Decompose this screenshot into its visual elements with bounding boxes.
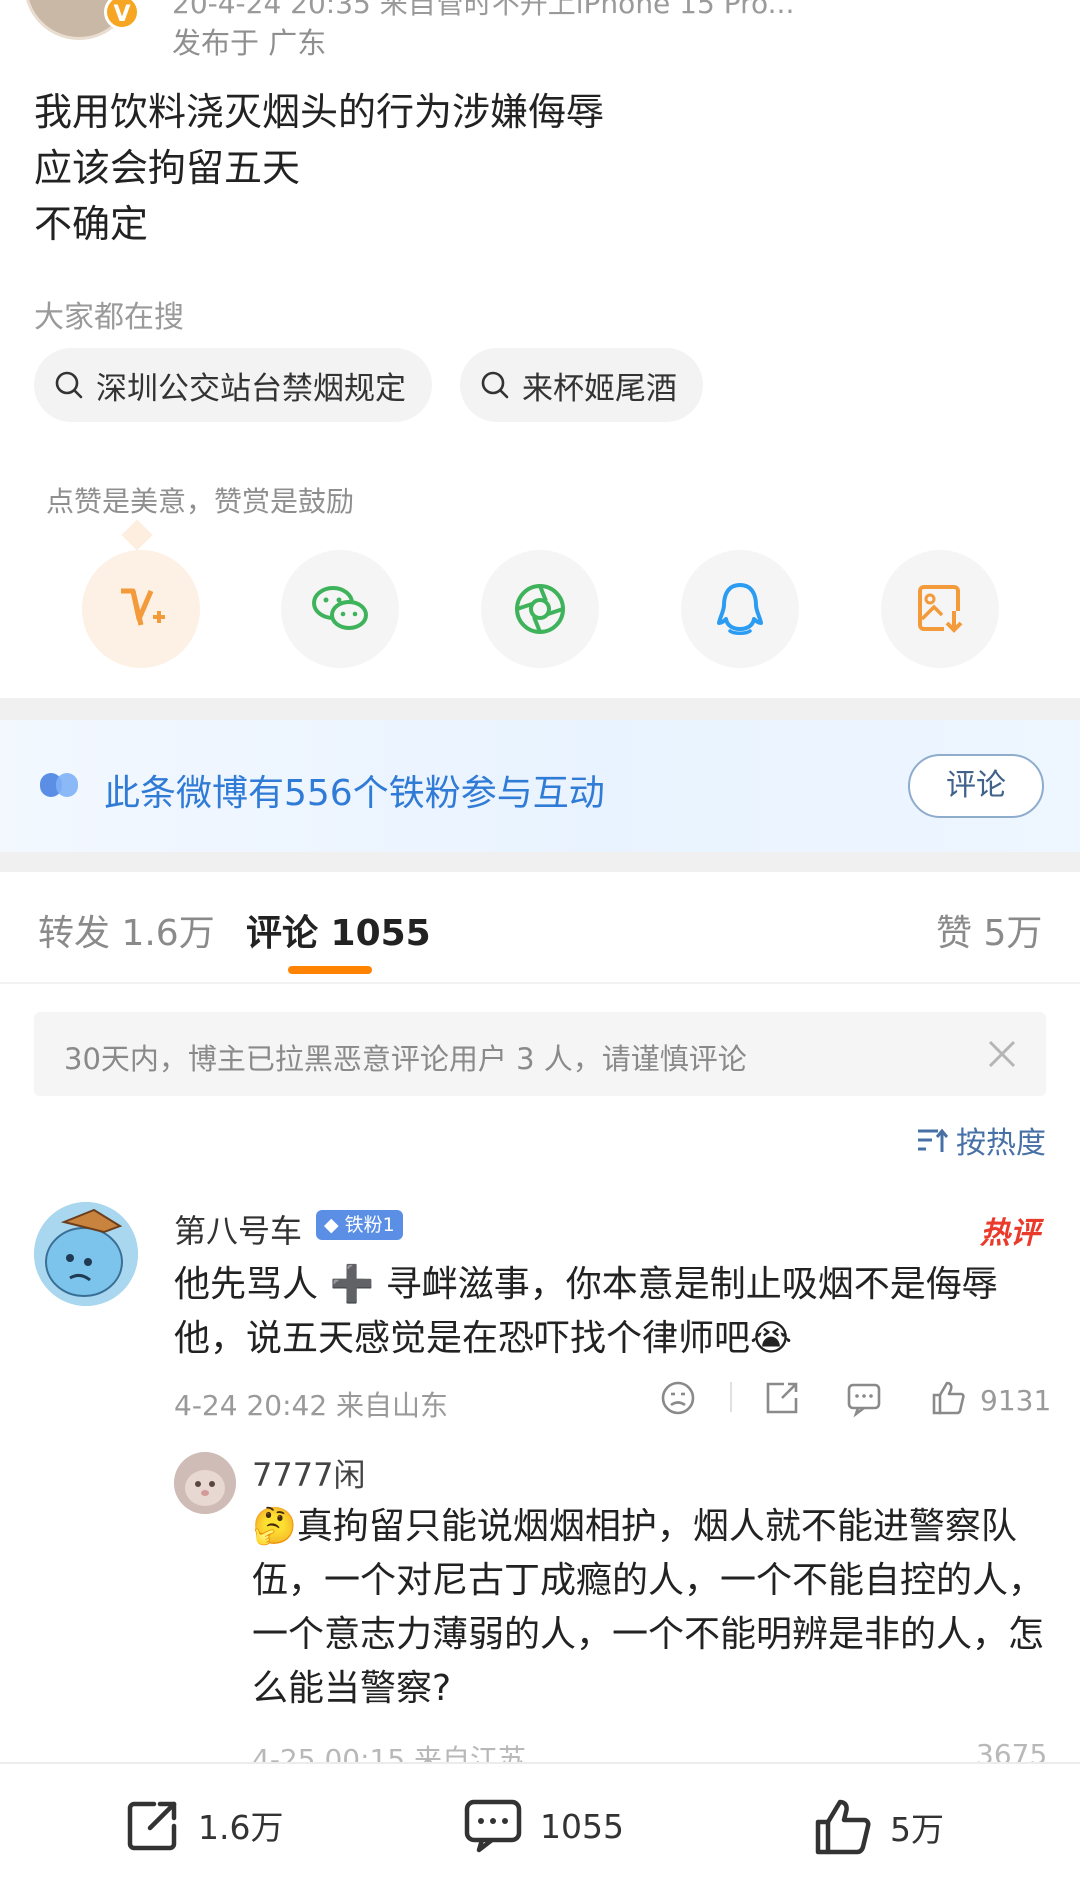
banner-comment-button[interactable]: 评论 bbox=[908, 754, 1044, 818]
post-meta: 20-4-24 20:35 来自管时不开上iPhone 15 Pro... bbox=[172, 0, 795, 20]
like-icon bbox=[815, 1799, 871, 1855]
comment-meta: 4-24 20:42 来自山东 bbox=[174, 1389, 449, 1422]
sort-label: 按热度 bbox=[956, 1126, 1046, 1161]
post-line: 我用饮料浇灭烟头的行为涉嫌侮辱 bbox=[34, 90, 605, 134]
repost-icon[interactable] bbox=[762, 1378, 802, 1418]
bottom-like-count: 5万 bbox=[890, 1810, 944, 1849]
fan-level-label: 铁粉1 bbox=[344, 1214, 395, 1236]
search-chip[interactable]: 来杯姬尾酒 bbox=[460, 348, 703, 422]
save-image-icon bbox=[918, 585, 964, 633]
search-icon bbox=[481, 371, 509, 399]
save-image-button[interactable] bbox=[881, 550, 999, 668]
bottom-comment-count: 1055 bbox=[540, 1806, 624, 1846]
repost-icon bbox=[127, 1801, 177, 1851]
search-chip-label: 深圳公交站台禁烟规定 bbox=[96, 370, 406, 407]
bottom-repost-count: 1.6万 bbox=[198, 1808, 284, 1847]
comment-icon[interactable] bbox=[844, 1378, 884, 1418]
dislike-icon[interactable] bbox=[658, 1378, 698, 1418]
tab-divider bbox=[0, 982, 1080, 984]
comment-text: 他先骂人 ➕ 寻衅滋事，你本意是制止吸烟不是侮辱他，说五天感觉是在恐吓找个律师吧… bbox=[174, 1264, 998, 1359]
section-divider bbox=[0, 852, 1080, 872]
trending-search-title: 大家都在搜 bbox=[34, 300, 184, 335]
fan-level-badge: ◆ 铁粉1 bbox=[316, 1210, 403, 1240]
search-chip-label: 来杯姬尾酒 bbox=[522, 370, 677, 407]
tab-likes[interactable]: 赞 5万 bbox=[936, 904, 1042, 956]
bottom-repost-button[interactable]: 1.6万 bbox=[124, 1796, 283, 1854]
search-icon bbox=[55, 371, 83, 399]
fans-interaction-text: 此条微博有556个铁粉参与互动 bbox=[104, 773, 605, 814]
share-qq-button[interactable] bbox=[681, 550, 799, 668]
fan-icon bbox=[40, 773, 78, 797]
tab-repost[interactable]: 转发 1.6万 bbox=[38, 904, 215, 956]
bottom-comment-button[interactable]: 1055 bbox=[462, 1796, 624, 1856]
reward-tip: 点赞是美意，赞赏是鼓励 bbox=[46, 485, 355, 518]
notice-text: 30天内，博主已拉黑恶意评论用户 3 人，请谨慎评论 bbox=[64, 1042, 747, 1076]
commenter-name[interactable]: 第八号车 bbox=[174, 1206, 302, 1252]
moments-icon bbox=[515, 584, 565, 634]
tab-comments[interactable]: 评论 1055 bbox=[246, 904, 431, 956]
post-line: 不确定 bbox=[34, 202, 149, 246]
reply-author-name[interactable]: 7777闲 bbox=[252, 1450, 365, 1496]
share-moments-button[interactable] bbox=[481, 550, 599, 668]
like-icon[interactable] bbox=[928, 1378, 968, 1418]
comment-like-count: 9131 bbox=[980, 1384, 1052, 1417]
reward-icon bbox=[121, 588, 165, 626]
comment-icon bbox=[464, 1799, 522, 1853]
post-line: 应该会拘留五天 bbox=[34, 146, 301, 190]
sort-button[interactable]: 按热度 bbox=[916, 1118, 1046, 1162]
sort-icon bbox=[918, 1128, 948, 1152]
active-tab-indicator bbox=[288, 966, 372, 974]
tip-arrow bbox=[121, 519, 153, 551]
action-separator bbox=[730, 1382, 732, 1412]
commenter-avatar[interactable] bbox=[34, 1202, 138, 1306]
close-icon[interactable] bbox=[984, 1036, 1020, 1072]
search-chip[interactable]: 深圳公交站台禁烟规定 bbox=[34, 348, 432, 422]
wechat-icon bbox=[312, 586, 368, 630]
post-body: 我用饮料浇灭烟头的行为涉嫌侮辱 应该会拘留五天 不确定 bbox=[34, 84, 604, 252]
reward-button[interactable] bbox=[82, 550, 200, 668]
hot-comment-badge: 热评 bbox=[980, 1216, 1040, 1251]
reply-text: 🤔真拘留只能说烟烟相护，烟人就不能进警察队伍，一个对尼古丁成瘾的人，一个不能自控… bbox=[252, 1506, 1045, 1709]
publish-location: 发布于 广东 bbox=[172, 26, 327, 60]
qq-icon bbox=[717, 583, 763, 635]
bottom-like-button[interactable]: 5万 bbox=[812, 1796, 944, 1858]
section-divider bbox=[0, 698, 1080, 720]
share-wechat-button[interactable] bbox=[281, 550, 399, 668]
reply-avatar[interactable] bbox=[174, 1452, 236, 1514]
verified-badge: V bbox=[104, 0, 140, 30]
